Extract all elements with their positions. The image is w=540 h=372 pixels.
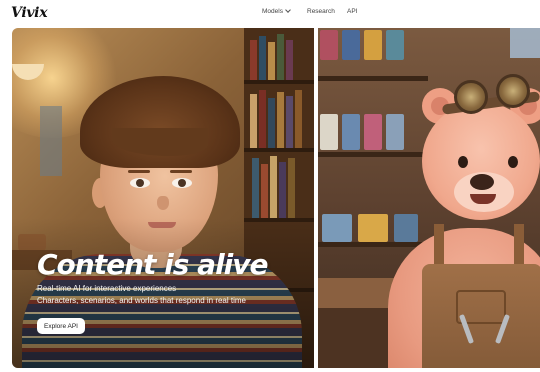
nav-models[interactable]: Models <box>262 7 291 15</box>
book <box>250 40 257 80</box>
top-navigation-bar: Vivix Models Research API <box>0 0 540 26</box>
books-row <box>248 84 308 148</box>
goggle <box>496 74 530 108</box>
book <box>286 96 293 148</box>
thread-spool <box>342 30 360 60</box>
explore-api-button[interactable]: Explore API <box>37 318 85 334</box>
books-row <box>248 152 308 218</box>
book <box>259 90 266 148</box>
thread-spool <box>322 214 352 242</box>
thread-spool <box>358 214 388 242</box>
eye <box>172 178 192 188</box>
hero-subtitle: Real-time AI for interactive experiences <box>37 284 177 293</box>
nav-research-label: Research <box>307 8 335 15</box>
hero-title: Content is alive <box>37 248 269 281</box>
nav-models-label: Models <box>262 8 283 15</box>
thread-spool <box>386 114 404 150</box>
book <box>277 92 284 148</box>
book <box>286 40 293 80</box>
goggle <box>454 80 488 114</box>
thread-spool <box>320 114 338 150</box>
book <box>261 164 268 218</box>
chevron-down-icon <box>285 7 291 13</box>
bear-nose <box>470 174 494 190</box>
nose <box>157 196 169 210</box>
thread-spool <box>320 30 338 60</box>
eyebrow <box>170 170 192 173</box>
shelf-board <box>318 76 428 81</box>
hero-image-left <box>12 28 314 368</box>
nav-api-label: API <box>347 8 358 15</box>
thread-spool <box>394 214 418 242</box>
thread-spool <box>342 114 360 150</box>
book <box>268 98 275 148</box>
book <box>250 94 257 148</box>
book <box>279 162 286 218</box>
book <box>270 156 277 218</box>
text-shade-overlay <box>12 218 314 368</box>
hero-description: Characters, scenarios, and worlds that r… <box>37 296 246 305</box>
thread-spool <box>364 30 382 60</box>
hero-image-right <box>318 28 540 368</box>
book <box>268 42 275 80</box>
window-light <box>510 28 540 58</box>
shelf-board <box>318 242 428 247</box>
vivix-logo[interactable]: Vivix <box>11 5 48 21</box>
bear-eye <box>508 156 518 168</box>
book <box>288 158 295 218</box>
book <box>259 36 266 80</box>
book <box>277 34 284 80</box>
bear-eye <box>458 156 468 168</box>
book <box>295 90 302 148</box>
thread-spool <box>364 114 382 150</box>
book <box>252 158 259 218</box>
window <box>40 106 62 176</box>
eye <box>130 178 150 188</box>
shelf-board <box>318 152 428 157</box>
nav-api[interactable]: API <box>347 8 357 15</box>
books-row <box>248 28 308 80</box>
eyebrow <box>128 170 150 173</box>
nav-research[interactable]: Research <box>307 8 335 15</box>
thread-spool <box>386 30 404 60</box>
